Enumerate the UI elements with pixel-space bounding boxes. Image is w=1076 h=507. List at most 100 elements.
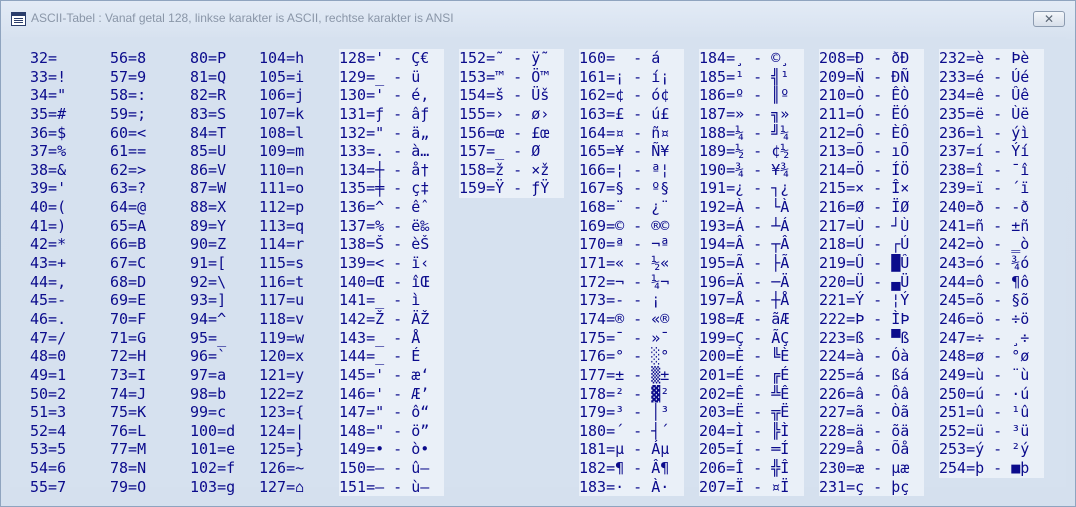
- ascii-entry: 234=ê - Ûê: [939, 86, 1030, 105]
- ascii-entry: 248=ø - °ø: [939, 347, 1030, 366]
- ascii-entry: 148=" - ö”: [339, 421, 430, 440]
- ascii-entry: 173=- - ¡: [579, 291, 661, 310]
- ascii-entry: 192=À - └À: [699, 198, 790, 217]
- ascii-entry: 195=Ã - ├Ã: [699, 254, 790, 273]
- ascii-entry: 162=¢ - ó¢: [579, 86, 670, 105]
- ascii-table-panel: 32= 33=! 34=" 35=# 36=$ 37=% 38=& 39=' 40=(41=)…: [10, 37, 1066, 497]
- ascii-entry: 152=˜ - ÿ˜: [459, 49, 550, 67]
- ascii-entry: 243=ó - ¾ó: [939, 254, 1030, 273]
- ascii-entry: 217=Ù - ┘Ù: [819, 216, 910, 235]
- ascii-entry: 133=. - à…: [339, 142, 430, 161]
- ascii-entry: 165=¥ - Ñ¥: [579, 142, 670, 161]
- ascii-entry: 224=à - Óà: [819, 347, 910, 366]
- ascii-entry: 151=— - ù—: [339, 477, 430, 496]
- ascii-entry: 186=º - ║º: [699, 86, 790, 105]
- ascii-column-7: 160= - á 161=¡ - í¡ 162=¢ - ó¢ 163=£ - ú£ 16…: [579, 49, 684, 497]
- ascii-entry: 201=É - ╔É: [699, 365, 790, 384]
- ascii-entry: 225=á - ßá: [819, 365, 910, 384]
- ascii-entry: 200=È - ╚È: [699, 347, 790, 366]
- ascii-entry: 137=% - ë‰: [339, 216, 430, 235]
- ascii-entry: 232=è - Þè: [939, 49, 1030, 67]
- ascii-column-6: 152=˜ - ÿ˜ 153=™ - Ö™ 154=š - Üš 155=› - ø›…: [459, 49, 564, 199]
- ascii-entry: 197=Å - ┼Å: [699, 291, 790, 310]
- ascii-entry: 185=¹ - ╣¹: [699, 67, 790, 86]
- ascii-entry: 128=' - Ç€: [339, 49, 430, 67]
- ascii-entry: 216=Ø - ÏØ: [819, 198, 910, 217]
- ascii-entry: 215=× - Î×: [819, 179, 910, 198]
- ascii-entry: 220=Ü - ▄Ü: [819, 272, 910, 291]
- ascii-entry: 194=Â - ┬Â: [699, 235, 790, 254]
- ascii-entry: 242=ò - ‗ò: [939, 235, 1030, 254]
- ascii-entry: 246=ö - ÷ö: [939, 309, 1030, 328]
- ascii-entry: 149=• - ò•: [339, 440, 430, 459]
- ascii-entry: 168=¨ - ¿¨: [579, 198, 670, 217]
- ascii-entry: 245=õ - §õ: [939, 291, 1030, 310]
- ascii-entry: 189=½ - ¢½: [699, 142, 790, 161]
- ascii-entry: 196=Ä - ─Ä: [699, 272, 790, 291]
- ascii-entry: 229=å - Õå: [819, 440, 910, 459]
- app-window-icon[interactable]: [11, 12, 26, 26]
- ascii-entry: 193=Á - ┴Á: [699, 216, 790, 235]
- ascii-entry: 145=' - æ‘: [339, 365, 430, 384]
- ascii-column-9: 208=Ð - ðÐ 209=Ñ - ÐÑ 210=Ò - ÊÒ 211=Ó - ËÓ…: [819, 49, 924, 497]
- ascii-entry: 156=œ - £œ: [459, 123, 550, 142]
- ascii-entry: 153=™ - Ö™: [459, 67, 550, 86]
- ascii-entry: 240=ð - -ð: [939, 198, 1030, 217]
- close-button[interactable]: ✕: [1033, 11, 1065, 27]
- ascii-entry: 252=ü - ³ü: [939, 421, 1030, 440]
- ascii-entry: 214=Ö - ÍÖ: [819, 160, 910, 179]
- ascii-entry: 154=š - Üš: [459, 86, 550, 105]
- ascii-entry: 161=¡ - í¡: [579, 67, 670, 86]
- ascii-entry: 213=Õ - ıÕ: [819, 142, 910, 161]
- ascii-entry: 230=æ - µæ: [819, 459, 910, 478]
- ascii-entry: 130=' - é‚: [339, 86, 430, 105]
- ascii-entry: 254=þ - ■þ: [939, 459, 1030, 478]
- ascii-entry: 206=Î - ╬Î: [699, 459, 790, 478]
- ascii-entry: 129=_ - ü: [339, 67, 421, 86]
- ascii-entry: 236=ì - ýì: [939, 123, 1030, 142]
- ascii-entry: 191=¿ - ┐¿: [699, 179, 790, 198]
- ascii-entry: 226=â - Ôâ: [819, 384, 910, 403]
- ascii-entry: 171=« - ½«: [579, 254, 670, 273]
- ascii-entry: 184=¸ - ©¸: [699, 49, 790, 67]
- ascii-entry: 158=ž - ×ž: [459, 160, 550, 179]
- ascii-entry: 150=– - û–: [339, 459, 430, 478]
- ascii-entry: 198=Æ - ãÆ: [699, 309, 790, 328]
- ascii-entry: 222=Þ - ÌÞ: [819, 309, 910, 328]
- ascii-entry: 239=ï - ´ï: [939, 179, 1030, 198]
- ascii-entry: 132=" - ä„: [339, 123, 430, 142]
- ascii-entry: 163=£ - ú£: [579, 104, 670, 123]
- ascii-entry: 142=Ž - ÄŽ: [339, 309, 430, 328]
- ascii-entry: 211=Ó - ËÓ: [819, 104, 910, 123]
- ascii-entry: 170=ª - ¬ª: [579, 235, 670, 254]
- ascii-entry: 144=_ - É: [339, 347, 421, 366]
- ascii-entry: 210=Ò - ÊÒ: [819, 86, 910, 105]
- window-title: ASCII-Tabel : Vanaf getal 128, linkse ka…: [31, 11, 454, 25]
- ascii-entry: 177=± - ▒±: [579, 365, 670, 384]
- ascii-entry: 188=¼ - ╝¼: [699, 123, 790, 142]
- ascii-entry: 227=ã - Òã: [819, 403, 910, 422]
- title-bar[interactable]: ASCII-Tabel : Vanaf getal 128, linkse ka…: [1, 1, 1075, 37]
- ascii-entry: 157=_ - Ø: [459, 142, 541, 161]
- ascii-entry: 212=Ô - ÈÔ: [819, 123, 910, 142]
- ascii-entry: 136=^ - êˆ: [339, 198, 430, 217]
- ascii-entry: 221=Ý - ¦Ý: [819, 291, 910, 310]
- ascii-entry: 247=÷ - ¸÷: [939, 328, 1030, 347]
- ascii-entry: 244=ô - ¶ô: [939, 272, 1030, 291]
- ascii-entry: 155=› - ø›: [459, 104, 550, 123]
- ascii-entry: 187=» - ╗»: [699, 104, 790, 123]
- ascii-entry: 237=í - Ýí: [939, 142, 1030, 161]
- ascii-entry: 146=' - Æ’: [339, 384, 430, 403]
- ascii-entry: 178=² - ▓²: [579, 384, 670, 403]
- ascii-entry: 134=┼ - å†: [339, 160, 430, 179]
- ascii-entry: 207=Ï - ¤Ï: [699, 477, 790, 496]
- ascii-entry: 209=Ñ - ÐÑ: [819, 67, 910, 86]
- ascii-entry: 164=¤ - ñ¤: [579, 123, 670, 142]
- ascii-entry: 218=Ú - ┌Ú: [819, 235, 910, 254]
- ascii-entry: 219=Û - █Û: [819, 254, 910, 273]
- ascii-entry: 235=ë - Ùë: [939, 104, 1030, 123]
- ascii-entry: 250=ú - ·ú: [939, 384, 1030, 403]
- ascii-entry: 159=Ÿ - ƒŸ: [459, 179, 550, 198]
- ascii-entry: 183=· - À·: [579, 477, 670, 496]
- ascii-entry: 166=¦ - ª¦: [579, 160, 670, 179]
